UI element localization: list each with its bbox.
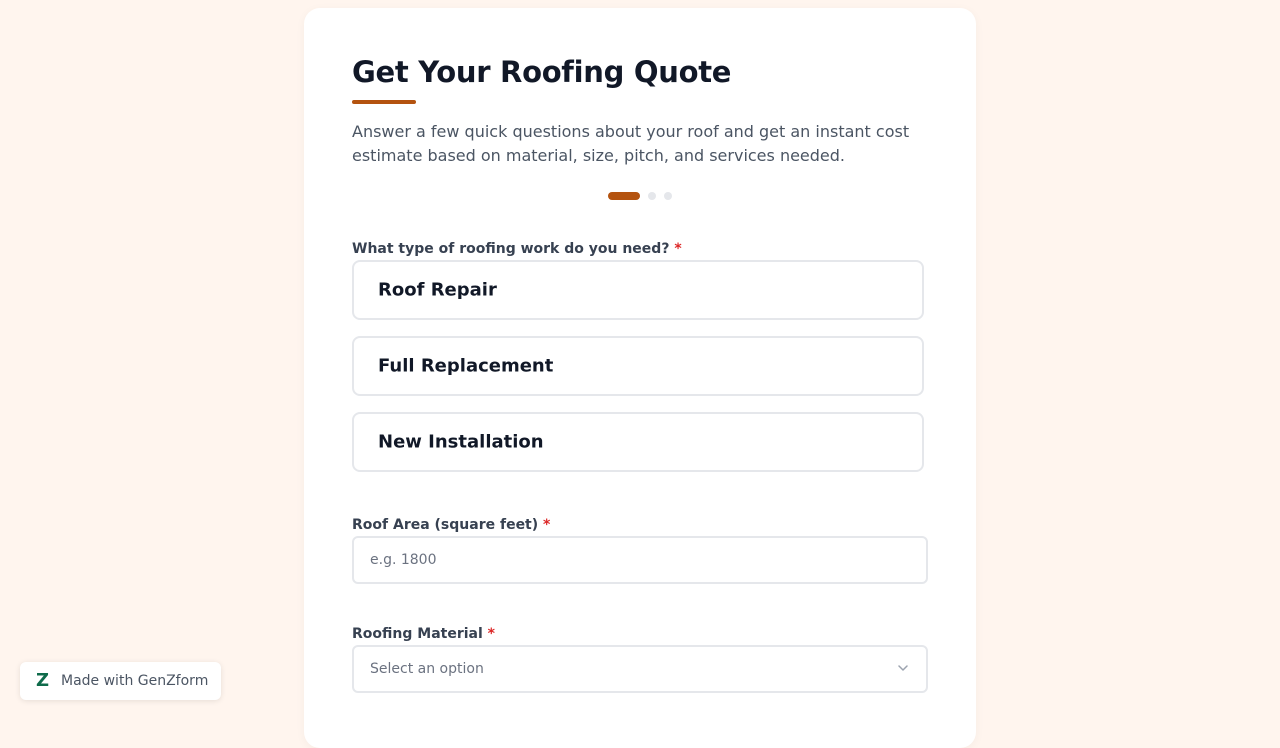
page-title: Get Your Roofing Quote (352, 55, 732, 89)
roof-area-label-text: Roof Area (square feet) (352, 517, 539, 533)
roofing-material-label-text: Roofing Material (352, 626, 483, 642)
roofing-material-select[interactable]: Select an option (352, 645, 928, 693)
required-marker: * (487, 626, 495, 642)
work-type-label: What type of roofing work do you need? * (352, 241, 682, 257)
roofing-material-label: Roofing Material * (352, 626, 495, 642)
roof-area-input[interactable] (352, 536, 928, 584)
option-label: Roof Repair (378, 279, 497, 301)
form-card: Get Your Roofing Quote Answer a few quic… (304, 8, 976, 748)
badge-text: Made with GenZform (61, 673, 209, 689)
roof-area-label: Roof Area (square feet) * (352, 517, 550, 533)
required-marker: * (674, 241, 682, 257)
option-new-installation[interactable]: New Installation (352, 412, 924, 472)
option-label: Full Replacement (378, 355, 554, 377)
page-subtitle: Answer a few quick questions about your … (352, 122, 910, 165)
required-marker: * (543, 517, 551, 533)
progress-step-3 (664, 192, 672, 200)
made-with-genzform-badge[interactable]: Z Made with GenZform (20, 662, 221, 700)
genzform-logo-icon: Z (36, 670, 50, 691)
progress-step-1 (608, 192, 640, 200)
chevron-down-icon (898, 665, 908, 671)
progress-step-2 (648, 192, 656, 200)
option-full-replacement[interactable]: Full Replacement (352, 336, 924, 396)
title-accent-bar (352, 100, 416, 104)
option-label: New Installation (378, 431, 544, 453)
select-value: Select an option (370, 661, 484, 677)
option-roof-repair[interactable]: Roof Repair (352, 260, 924, 320)
work-type-label-text: What type of roofing work do you need? (352, 241, 670, 257)
step-progress-indicator (352, 192, 928, 200)
